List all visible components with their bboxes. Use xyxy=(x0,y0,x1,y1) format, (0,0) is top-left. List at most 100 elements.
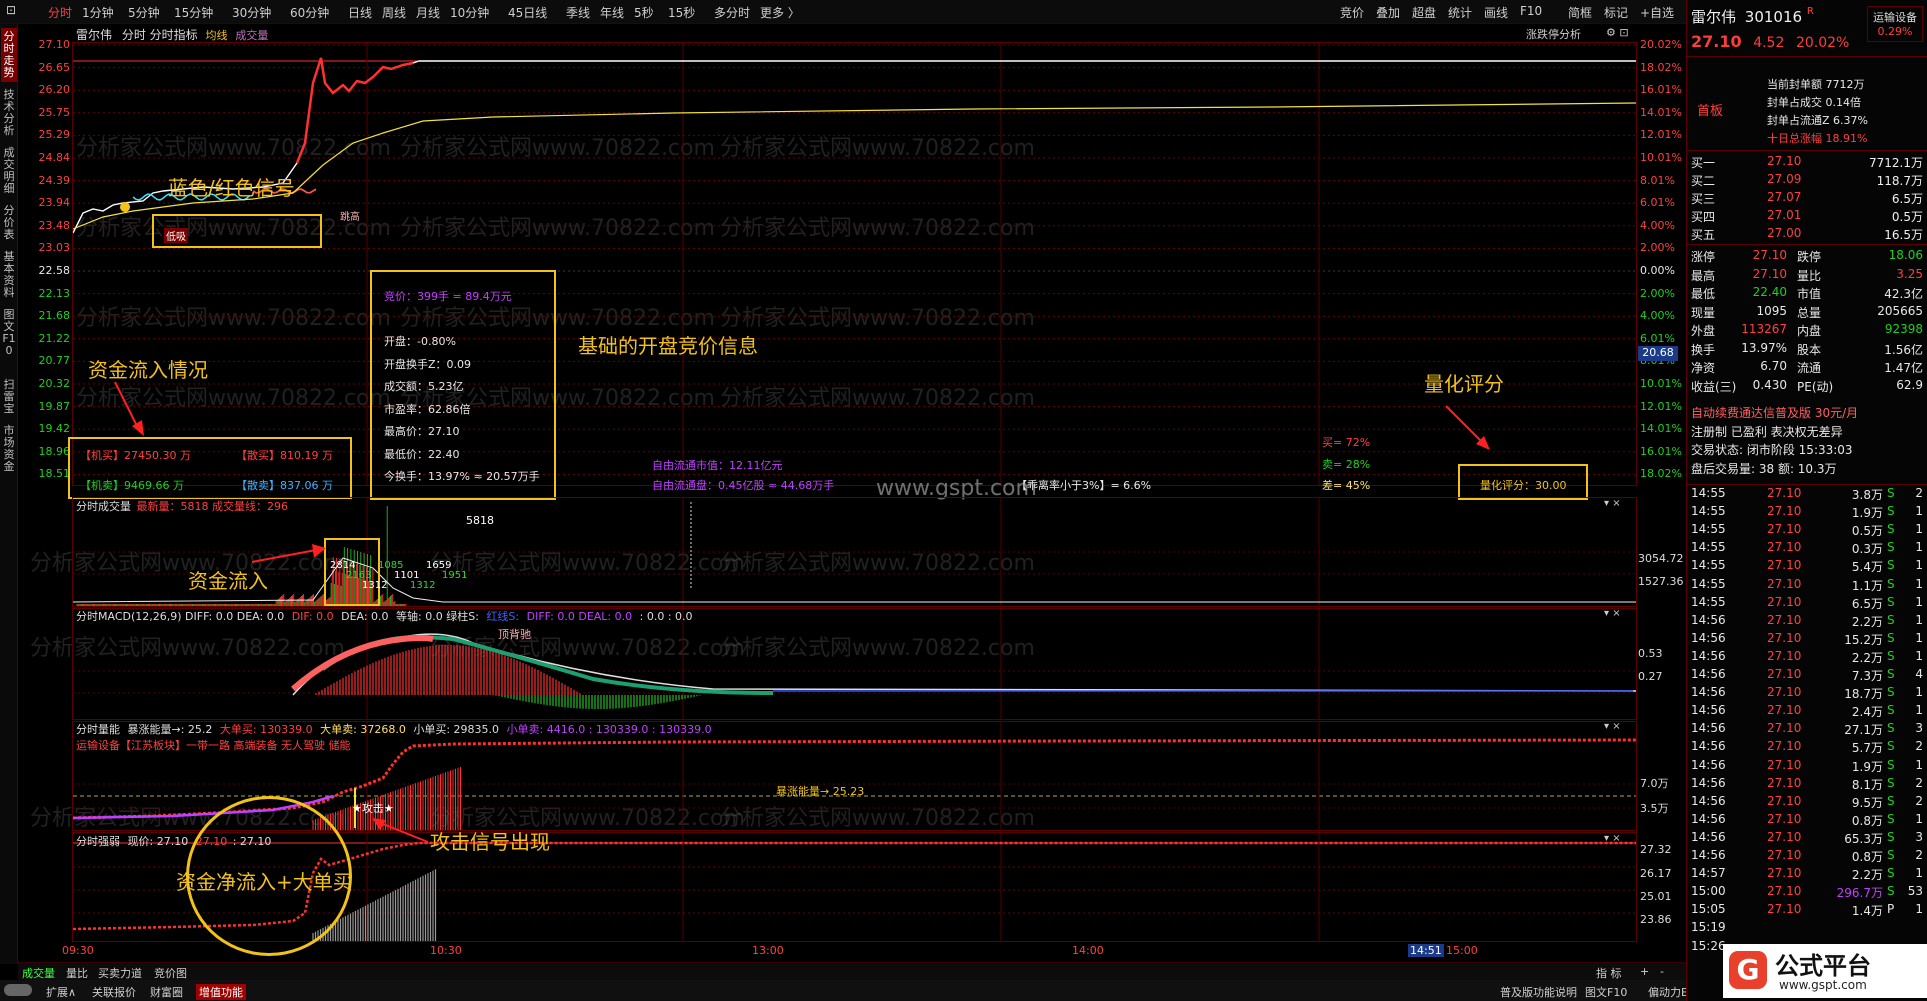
indicator-control[interactable]: + xyxy=(1640,965,1649,978)
volume-panel-title: 分时成交量 最新量：5818 成交量线：296 xyxy=(76,500,288,513)
quote-value: 22.40 xyxy=(1752,285,1787,299)
trade-side: S xyxy=(1887,486,1895,500)
period-tab[interactable]: 5分钟 xyxy=(128,4,160,21)
strength-axis-1: 27.32 xyxy=(1640,843,1672,856)
chart-mode-tabs[interactable]: 分时 分时指标 xyxy=(122,28,198,42)
sector-badge[interactable]: 运输设备 0.29% xyxy=(1867,6,1923,42)
side-tab[interactable]: 扫雷宝 xyxy=(1,376,17,418)
function-link[interactable]: 普及版功能说明 xyxy=(1500,984,1577,1000)
side-tab[interactable]: 市场资金 xyxy=(1,422,17,476)
function-tab[interactable]: 增值功能 xyxy=(196,984,246,1000)
indicator-tab[interactable]: 成交量 xyxy=(22,965,55,981)
toolbar-button[interactable]: 叠加 xyxy=(1376,4,1400,21)
period-tab[interactable]: 更多 〉 xyxy=(760,4,800,21)
time-tick: 14:51 xyxy=(1408,944,1444,957)
left-tab-strip: 分时走势技术分析成交明细分价表基本资料图文F10 扫雷宝市场资金 xyxy=(0,24,18,964)
toolbar-button[interactable]: 标记 xyxy=(1604,4,1628,21)
board-label: 首板 xyxy=(1697,104,1724,119)
period-tab[interactable]: 5秒 xyxy=(634,4,654,21)
quote-row: 换手 13.97% 股本 1.56亿 xyxy=(1687,341,1927,359)
price-tick: 20.77 xyxy=(38,354,71,368)
trade-price: 27.10 xyxy=(1767,848,1802,862)
order-book-row[interactable]: 买五 27.00 16.5万 xyxy=(1687,226,1927,244)
side-tab[interactable]: 分价表 xyxy=(1,202,17,244)
quote-row: 最低 22.40 市值 42.3亿 xyxy=(1687,285,1927,303)
limit-analysis-button[interactable]: 涨跌停分析 xyxy=(1526,26,1581,42)
panel-close-icon[interactable]: ▾ × xyxy=(1604,608,1621,619)
info-line[interactable]: 自动续费通达信普及版 30元/月 xyxy=(1691,404,1858,421)
indicator-control[interactable]: - xyxy=(1660,965,1664,978)
panel-close-icon[interactable]: ▾ × xyxy=(1604,498,1621,509)
period-tab[interactable]: 45日线 xyxy=(508,4,547,21)
percent-tick: 6.01% xyxy=(1640,331,1675,345)
settings-icon[interactable]: ⚙ ⊡ xyxy=(1606,26,1629,39)
period-tab[interactable]: 年线 xyxy=(600,4,624,21)
energy-axis-top: 7.0万 xyxy=(1640,777,1669,790)
trade-price: 27.10 xyxy=(1767,902,1802,917)
period-tab[interactable]: 分时 xyxy=(48,4,72,21)
toolbar-button[interactable]: 画线 xyxy=(1484,4,1508,21)
side-tab[interactable]: 成交明细 xyxy=(1,144,17,198)
period-tab[interactable]: 60分钟 xyxy=(290,4,329,21)
side-tab[interactable]: 技术分析 xyxy=(1,86,17,140)
trade-row: 14:56 27.10 0.8万 S 1 xyxy=(1687,812,1927,830)
side-tab[interactable]: 基本资料 xyxy=(1,248,17,302)
toolbar-button[interactable]: 竞价 xyxy=(1340,4,1364,21)
function-tab[interactable]: 财富圈 xyxy=(150,984,183,1000)
price-tick: 23.94 xyxy=(38,196,71,210)
period-tab[interactable]: 30分钟 xyxy=(232,4,271,21)
trade-time: 15:19 xyxy=(1691,920,1726,935)
order-book-row[interactable]: 买二 27.09 118.7万 xyxy=(1687,172,1927,190)
trade-price: 27.10 xyxy=(1767,630,1802,645)
trade-price: 27.10 xyxy=(1767,721,1802,736)
function-tab[interactable]: 关联报价 xyxy=(92,984,136,1000)
macd-axis-top: 0.53 xyxy=(1638,647,1663,660)
toolbar-button[interactable]: 超盘 xyxy=(1412,4,1436,21)
panel-close-icon[interactable]: ▾ × xyxy=(1604,721,1621,732)
trade-count: 1 xyxy=(1915,630,1923,645)
auction-annotation: 基础的开盘竞价信息 xyxy=(578,334,758,358)
side-tab[interactable]: 图文F10 xyxy=(1,306,17,372)
auction-info-line: 成交额：5.23亿 xyxy=(384,380,464,393)
function-link[interactable]: 图文F10 xyxy=(1585,984,1627,1000)
logo-text: 公式平台 xyxy=(1775,952,1871,980)
inst-buy-row: 【机买】27450.30 万 xyxy=(80,449,191,462)
toolbar-button[interactable]: +自选 xyxy=(1640,4,1674,21)
order-book-row[interactable]: 买三 27.07 6.5万 xyxy=(1687,190,1927,208)
function-link[interactable]: 偏动力E xyxy=(1648,984,1688,1000)
toolbar-button[interactable]: 简框 xyxy=(1568,4,1592,21)
trade-volume: 15.2万 xyxy=(1844,632,1883,647)
function-tab[interactable]: 扩展∧ xyxy=(46,984,76,1000)
trade-price: 27.10 xyxy=(1767,739,1802,754)
toggle-icon[interactable] xyxy=(4,984,32,996)
period-tab[interactable]: 15秒 xyxy=(668,4,695,21)
indicator-tab[interactable]: 量比 xyxy=(66,965,88,981)
order-label: 买五 xyxy=(1691,228,1716,242)
period-tab[interactable]: 10分钟 xyxy=(450,4,489,21)
side-tab[interactable]: 分时走势 xyxy=(1,28,17,82)
period-tab[interactable]: 月线 xyxy=(416,4,440,21)
percent-tick: 12.01% xyxy=(1640,399,1682,413)
period-tab[interactable]: 1分钟 xyxy=(82,4,114,21)
period-tab[interactable]: 15分钟 xyxy=(174,4,213,21)
trade-side: S xyxy=(1887,576,1895,591)
toolbar-button[interactable]: F10 xyxy=(1520,4,1542,18)
period-tab[interactable]: 日线 xyxy=(348,4,372,21)
toolbar-button[interactable]: 统计 xyxy=(1448,4,1472,21)
period-tab[interactable]: 多分时 xyxy=(714,4,750,21)
trade-price: 27.10 xyxy=(1767,866,1802,881)
trade-count: 1 xyxy=(1915,612,1923,627)
trade-row: 14:56 27.10 65.3万 S 3 xyxy=(1687,830,1927,848)
indicator-control[interactable]: 指 标 xyxy=(1596,965,1622,981)
period-tab[interactable]: 周线 xyxy=(382,4,406,21)
indicator-tab-bar: 成交量 量比 买卖力道 竞价图 指 标 + - xyxy=(18,962,1686,980)
trade-row: 14:56 27.10 7.3万 S 4 xyxy=(1687,667,1927,685)
indicator-tab[interactable]: 买卖力道 xyxy=(98,965,142,981)
period-tab[interactable]: 季线 xyxy=(566,4,590,21)
top-menu-bar: ⊡ 分时 1分钟 5分钟 15分钟 30分钟 60分钟 日线 周线 月线 10分钟 45日线 季线 年线 5… xyxy=(0,0,1927,24)
indicator-tab[interactable]: 竞价图 xyxy=(154,965,187,981)
order-book-row[interactable]: 买一 27.10 7712.1万 xyxy=(1687,154,1927,172)
window-menu-icon[interactable]: ⊡ xyxy=(6,3,16,17)
panel-close-icon[interactable]: ▾ × xyxy=(1604,833,1621,844)
order-book-row[interactable]: 买四 27.01 0.5万 xyxy=(1687,208,1927,226)
